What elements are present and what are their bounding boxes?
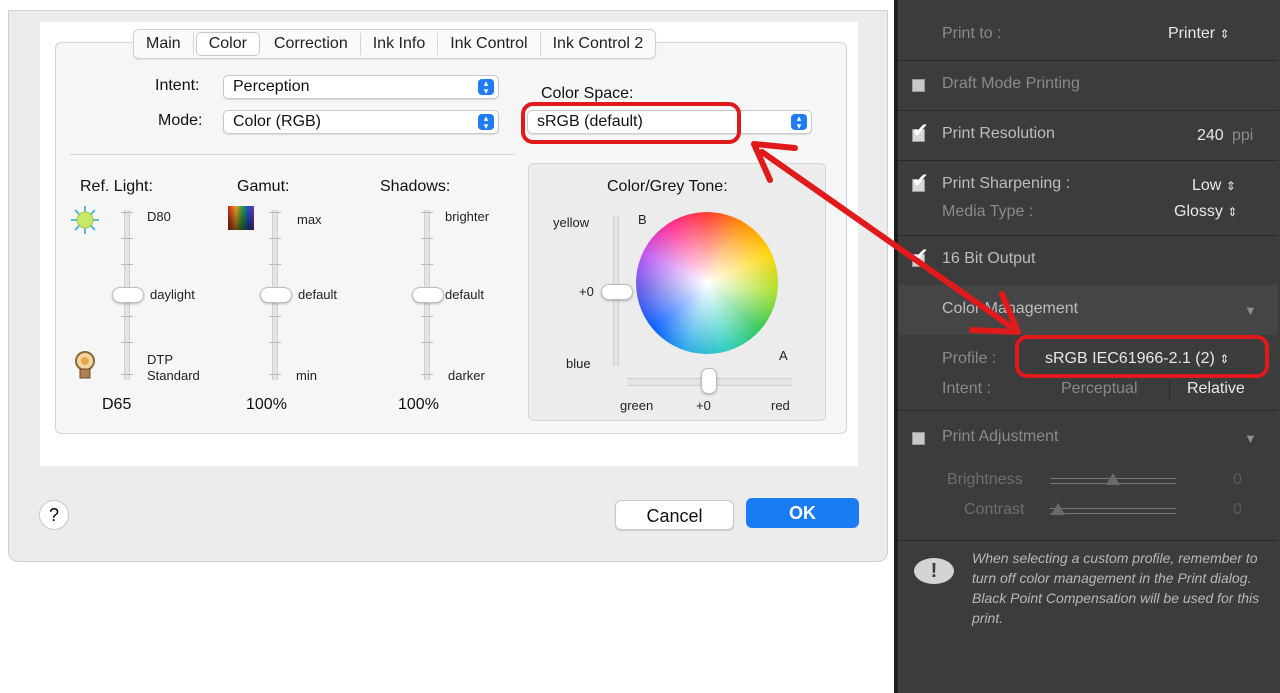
highlight-profile — [1015, 335, 1269, 378]
tab-ink-control-2[interactable]: Ink Control 2 — [541, 33, 656, 55]
media-type-select[interactable]: Glossy ⇕ — [1174, 203, 1237, 221]
brightness-label: Brightness — [947, 471, 1023, 488]
intent-value: Perception — [233, 78, 310, 95]
updown-icon: ⇕ — [1227, 205, 1238, 219]
shadows-title: Shadows: — [380, 178, 451, 195]
tab-color[interactable]: Color — [195, 32, 260, 56]
gamut-slider-knob[interactable] — [260, 287, 292, 303]
resolution-value[interactable]: 240 — [1197, 127, 1224, 145]
shadows-bottom: darker — [448, 368, 485, 383]
color-space-label: Color Space: — [541, 85, 634, 102]
tone-horizontal-knob[interactable] — [701, 368, 717, 394]
brightness-value: 0 — [1233, 471, 1242, 488]
exclamation-icon: ! — [914, 558, 954, 584]
updown-icon: ⇕ — [1225, 179, 1236, 193]
stepper-icon: ▴ ▾ — [791, 114, 807, 131]
sharpening-value: Low — [1192, 177, 1222, 194]
ok-button[interactable]: OK — [746, 498, 859, 528]
draft-mode-checkbox[interactable] — [912, 79, 925, 92]
ref-light-value: D65 — [102, 396, 132, 413]
gamut-value: 100% — [246, 396, 287, 413]
help-button[interactable]: ? — [39, 500, 69, 530]
draft-mode-label: Draft Mode Printing — [942, 75, 1080, 92]
intent-perceptual-option[interactable]: Perceptual — [1061, 380, 1138, 398]
cancel-button[interactable]: Cancel — [615, 500, 734, 530]
tone-a-label: A — [779, 348, 788, 363]
shadows-top: brighter — [445, 209, 490, 224]
mode-value: Color (RGB) — [233, 113, 322, 130]
tone-yellow-label: yellow — [553, 215, 590, 230]
ref-light-bottom-2: Standard — [147, 368, 200, 383]
ref-light-title: Ref. Light: — [80, 178, 153, 195]
tab-main[interactable]: Main — [134, 33, 194, 55]
ref-light-bottom-1: DTP — [147, 352, 173, 367]
tab-bar: Main Color Correction Ink Info Ink Contr… — [133, 29, 657, 59]
print-adjustment-checkbox[interactable] — [912, 432, 925, 445]
intent-label: Intent: — [155, 77, 200, 94]
divider — [1169, 380, 1170, 400]
shadows-value: 100% — [398, 396, 439, 413]
print-to-select[interactable]: Printer ⇕ — [1168, 25, 1230, 43]
tab-ink-info[interactable]: Ink Info — [361, 33, 439, 55]
highlight-color-space — [521, 102, 741, 144]
tab-ink-control[interactable]: Ink Control — [438, 33, 541, 55]
tone-green-label: green — [620, 398, 654, 413]
notice-text: When selecting a custom profile, remembe… — [972, 550, 1260, 626]
sun-icon — [70, 205, 100, 235]
contrast-slider[interactable] — [1050, 508, 1176, 514]
ref-light-top: D80 — [147, 209, 171, 224]
tone-plus0-label: +0 — [579, 284, 594, 299]
resolution-unit: ppi — [1232, 127, 1254, 144]
tone-b-label: B — [638, 212, 647, 227]
gamut-icon — [228, 206, 254, 230]
tone-plus0-x-label: +0 — [696, 398, 711, 413]
print-to-value: Printer — [1168, 25, 1216, 42]
tone-vertical-knob[interactable] — [601, 284, 633, 300]
shadows-slider-knob[interactable] — [412, 287, 444, 303]
mode-label: Mode: — [158, 112, 203, 129]
ref-light-mid: daylight — [150, 287, 195, 302]
updown-icon: ⇕ — [1219, 27, 1230, 41]
divider — [70, 154, 515, 155]
print-adjustment-label: Print Adjustment — [942, 428, 1059, 445]
sharpening-select[interactable]: Low ⇕ — [1192, 177, 1236, 195]
shadows-mid: default — [445, 287, 485, 302]
gamut-title: Gamut: — [237, 178, 290, 195]
intent-label: Intent : — [942, 380, 991, 397]
stepper-icon: ▴ ▾ — [478, 79, 494, 96]
contrast-slider-thumb[interactable] — [1051, 503, 1065, 515]
tone-blue-label: blue — [566, 356, 591, 371]
media-type-value: Glossy — [1174, 203, 1223, 220]
color-tone-title: Color/Grey Tone: — [607, 178, 728, 195]
tab-correction[interactable]: Correction — [262, 33, 361, 55]
print-to-label: Print to : — [942, 25, 1002, 42]
intent-relative-option[interactable]: Relative — [1187, 380, 1245, 398]
ref-light-slider-knob[interactable] — [112, 287, 144, 303]
collapse-triangle-icon[interactable]: ▼ — [1244, 303, 1257, 318]
intent-select[interactable]: Perception ▴ ▾ — [223, 75, 499, 99]
gamut-bottom: min — [296, 368, 317, 383]
collapse-triangle-icon[interactable]: ▼ — [1244, 431, 1257, 446]
bulb-icon — [74, 350, 96, 382]
gamut-top: max — [297, 212, 322, 227]
profile-label: Profile : — [942, 350, 997, 367]
gamut-mid: default — [298, 287, 338, 302]
brightness-slider-thumb[interactable] — [1106, 473, 1120, 485]
mode-select[interactable]: Color (RGB) ▴ ▾ — [223, 110, 499, 134]
annotation-arrow — [751, 141, 1021, 335]
contrast-value: 0 — [1233, 501, 1242, 518]
stepper-icon: ▴ ▾ — [478, 114, 494, 131]
tone-red-label: red — [771, 398, 790, 413]
contrast-label: Contrast — [964, 501, 1025, 518]
